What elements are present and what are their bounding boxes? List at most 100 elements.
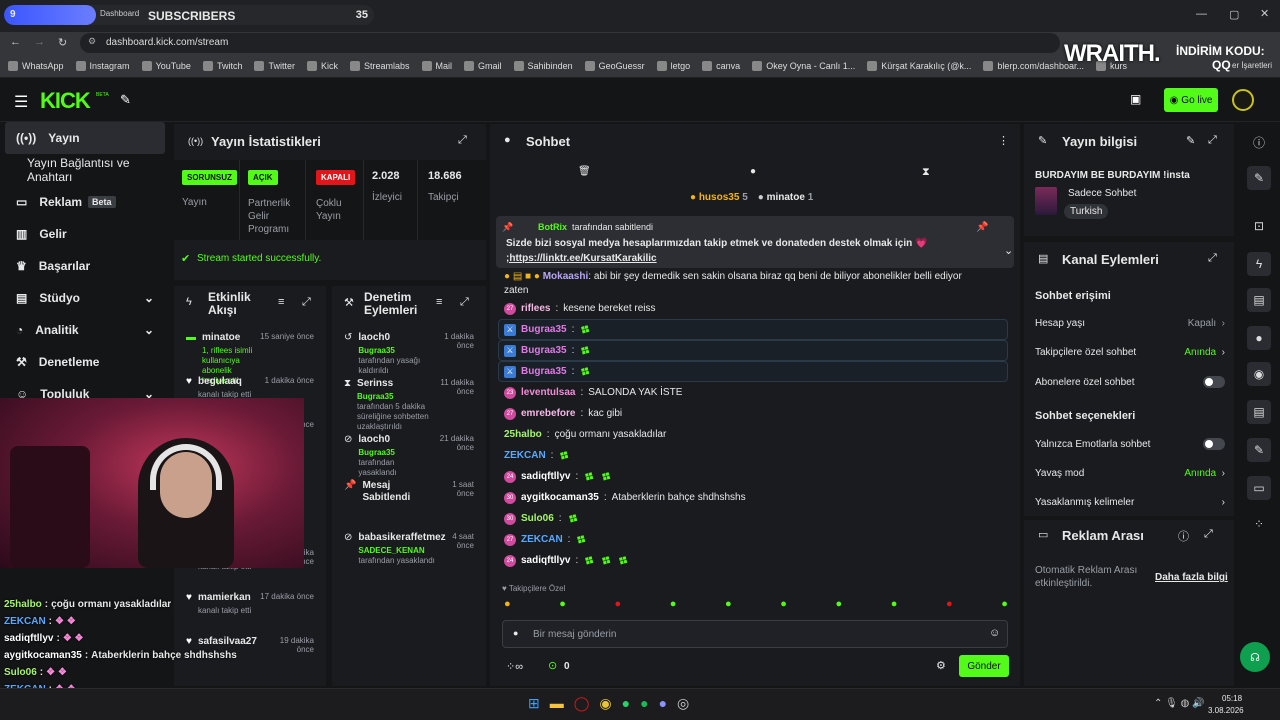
other-bookmarks[interactable]: er İşaretleri	[1232, 61, 1272, 70]
chat-input[interactable]: ● Bir mesaj gönderin ☺	[502, 620, 1008, 648]
back-icon[interactable]: ←	[10, 36, 21, 48]
document-icon[interactable]: ▤	[1247, 288, 1271, 312]
bookmark-item[interactable]: YouTube	[141, 60, 191, 71]
emote-icon[interactable]: ●	[670, 598, 677, 614]
moderator-name[interactable]: Bugraa35	[357, 392, 393, 401]
expand-icon[interactable]: ⤢	[1208, 252, 1217, 265]
activity-user[interactable]: minatoe	[202, 332, 254, 343]
studio-icon[interactable]: ▣	[1130, 92, 1141, 106]
emote-icon[interactable]: ●	[725, 598, 732, 614]
bookmark-item[interactable]: Twitch	[202, 60, 242, 71]
trash-icon[interactable]: 🗑	[578, 166, 591, 177]
setting-row[interactable]: Takipçilere özel sohbet Anında ›	[1035, 347, 1225, 358]
moderator-name[interactable]: SADECE_KENAN	[358, 546, 424, 555]
expand-icon[interactable]: ⤢	[302, 296, 311, 309]
moderation-user[interactable]: laoch0	[358, 434, 429, 446]
minimize-icon[interactable]: —	[1196, 8, 1207, 20]
chat-username[interactable]: ZEKCAN	[504, 450, 546, 461]
obs-icon[interactable]: ◎	[677, 695, 689, 712]
bookmark-item[interactable]: Gmail	[464, 60, 502, 71]
moderator-name[interactable]: Bugraa35	[358, 448, 394, 457]
filter-icon[interactable]: ≡	[436, 296, 442, 308]
lightning-icon[interactable]: ϟ	[1247, 252, 1271, 276]
setting-row[interactable]: Yavaş mod Anında ›	[1035, 468, 1225, 479]
forward-icon[interactable]: →	[34, 36, 45, 48]
bookmark-item[interactable]: Kick	[306, 60, 338, 71]
setting-row[interactable]: Abonelere özel sohbet	[1035, 376, 1225, 388]
tray-icons[interactable]: ⌃ 🎙 ◍ 🔊	[1154, 698, 1205, 709]
opera-icon[interactable]: ◯	[574, 695, 590, 712]
moderator-name[interactable]: Bugraa35	[358, 346, 394, 355]
chat-username[interactable]: sadiqftllyv	[521, 471, 570, 482]
chat-username[interactable]: leventulsaa	[521, 387, 575, 398]
bookmark-item[interactable]: Okey Oyna - Canlı 1...	[752, 60, 855, 71]
activity-user[interactable]: begulaaq	[198, 376, 252, 387]
kick-logo[interactable]: KICK	[40, 88, 91, 114]
bookmark-item[interactable]: Sahibinden	[513, 60, 573, 71]
moderation-user[interactable]: laoch0	[358, 332, 429, 344]
moderation-user[interactable]: Mesaj Sabitlendi	[362, 480, 431, 504]
chat-username[interactable]: sadiqftllyv	[521, 555, 570, 566]
chat-username[interactable]: emrebefore	[521, 408, 575, 419]
setting-row[interactable]: Yasaklanmış kelimeler ›	[1035, 497, 1225, 508]
emote-icon[interactable]: ●	[504, 598, 511, 614]
emoji-icon[interactable]: ☺	[989, 627, 1000, 639]
chrome-icon[interactable]: ◉	[599, 695, 611, 712]
emote-icon[interactable]: ●	[1001, 598, 1008, 614]
setting-row[interactable]: Hesap yaşı Kapalı ›	[1035, 318, 1225, 329]
chat-username[interactable]: Sulo06	[521, 513, 554, 524]
sidebar-item-studyo[interactable]: ▤ Stüdyo ⌄	[0, 282, 170, 314]
chat-bubble-icon[interactable]: ●	[750, 166, 756, 177]
emote-icon[interactable]: ●	[559, 598, 566, 614]
setting-row[interactable]: Yalnızca Emotlarla sohbet	[1035, 438, 1225, 450]
bookmark-item[interactable]: Streamlabs	[349, 60, 410, 71]
emote-icon[interactable]: ●	[946, 598, 953, 614]
avatar[interactable]	[1232, 89, 1254, 111]
expand-icon[interactable]: ⤢	[1208, 134, 1217, 147]
chat-username[interactable]: Bugraa35	[521, 345, 567, 356]
edit-icon[interactable]: ✎	[1186, 134, 1195, 147]
sidebar-item-basarilar[interactable]: ♛ Başarılar	[0, 250, 170, 282]
bookmark-item[interactable]: GeoGuessr	[584, 60, 645, 71]
emote-icon[interactable]: ●	[836, 598, 843, 614]
emote-only-toggle[interactable]	[1203, 438, 1225, 450]
expand-icon[interactable]: ⤢	[458, 134, 467, 147]
site-info-icon[interactable]: ⚙	[88, 36, 96, 47]
gifter-2[interactable]: ● minatoe 1	[758, 192, 814, 203]
chat-username[interactable]: 25halbo	[504, 429, 542, 440]
bookmark-item[interactable]: canva	[702, 60, 740, 71]
bookmark-item[interactable]: letgo	[656, 60, 690, 71]
support-button[interactable]: ☊	[1240, 642, 1270, 672]
spotify-icon[interactable]: ●	[640, 695, 648, 712]
crop-icon[interactable]: ⊡	[1247, 214, 1271, 238]
pinned-link[interactable]: ;https://linktr.ee/KursatKarakilic	[506, 253, 657, 264]
moderation-user[interactable]: Serinss	[357, 378, 429, 390]
channel-icon[interactable]: ▤	[1247, 400, 1271, 424]
emote-icon[interactable]: ●	[615, 598, 622, 614]
gifter-1[interactable]: ● husos35 5	[690, 192, 748, 203]
whatsapp-icon[interactable]: ●	[622, 695, 630, 712]
expand-icon[interactable]: ⤢	[460, 296, 469, 309]
subscribers-only-toggle[interactable]	[1203, 376, 1225, 388]
more-icon[interactable]: ⋮	[998, 134, 1009, 147]
wrench-icon[interactable]: ✎	[1247, 438, 1271, 462]
bookmark-item[interactable]: Instagram	[75, 60, 130, 71]
pin-icon[interactable]: ✎	[120, 92, 131, 108]
sidebar-item-gelir[interactable]: ▥ Gelir	[0, 218, 170, 250]
bookmark-item[interactable]: Mail	[421, 60, 452, 71]
bookmark-item[interactable]: WhatsApp	[8, 60, 64, 71]
bookmark-item[interactable]: Kürşat Karakılıç (@k...	[867, 60, 971, 71]
activity-user[interactable]: safasilvaa27	[198, 636, 257, 647]
learn-more-link[interactable]: Daha fazla bilgi	[1155, 572, 1228, 583]
info-icon[interactable]: ⓘ	[1178, 528, 1189, 544]
moderation-user[interactable]: babasikeraffetmez	[358, 532, 445, 544]
file-explorer-icon[interactable]: ▬	[550, 695, 564, 712]
settings-icon[interactable]: ⚙	[936, 659, 946, 672]
ad-icon[interactable]: ▭	[1247, 476, 1271, 500]
hourglass-icon[interactable]: ⧗	[922, 166, 930, 179]
chat-username[interactable]: riflees	[521, 303, 550, 314]
discord-icon[interactable]: ●	[659, 695, 667, 712]
send-button[interactable]: Gönder	[959, 655, 1009, 677]
sidebar-item-stream-key[interactable]: Yayın Bağlantısı ve Anahtarı	[0, 154, 170, 186]
bookmark-item[interactable]: Twitter	[254, 60, 295, 71]
